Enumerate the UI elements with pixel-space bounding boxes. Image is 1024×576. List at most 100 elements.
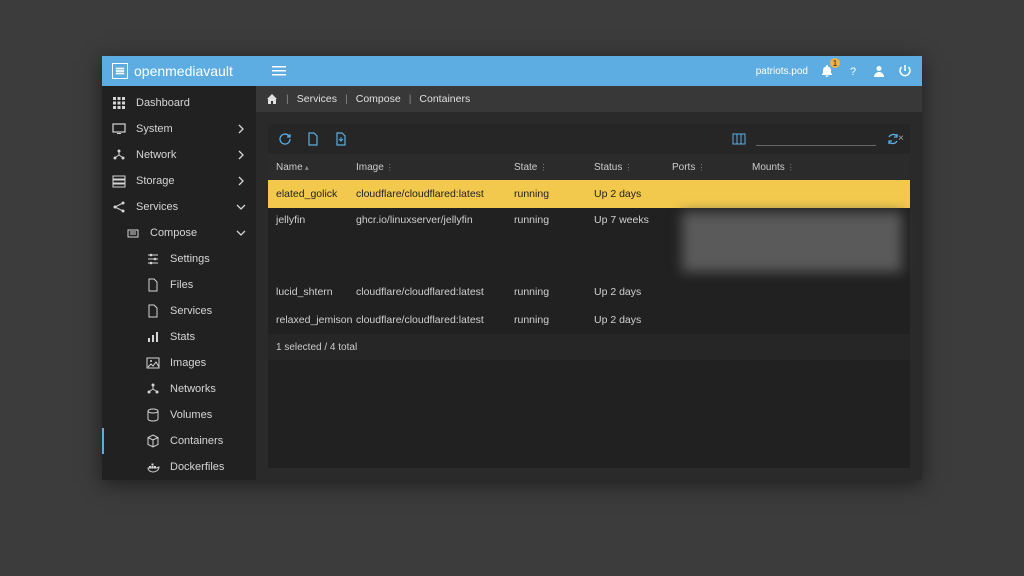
network-icon [146,382,160,396]
table-row[interactable]: elated_golick cloudflare/cloudflared:lat… [268,180,910,208]
file-icon [146,278,160,292]
sidebar-item-label: Networks [170,383,246,395]
chevron-right-icon [236,176,246,186]
cell-state: running [514,286,594,298]
sidebar-item-label: Services [136,201,226,213]
sidebar-item-label: Containers [170,435,246,447]
sidebar-item-compose[interactable]: Compose [102,220,256,246]
cell-state: running [514,314,594,326]
topbar: openmediavault patriots.pod 1 ? [102,56,922,86]
sidebar-item-system[interactable]: System [102,116,256,142]
search-input[interactable] [762,133,894,144]
selection-summary: 1 selected / 4 total [276,342,357,353]
sidebar-item-dockerfiles[interactable]: Dockerfiles [102,454,256,480]
home-icon[interactable] [266,93,278,105]
sync-button[interactable] [886,132,900,146]
sidebar-item-images[interactable]: Images [102,350,256,376]
sidebar-item-files[interactable]: Files [102,272,256,298]
table-header: Name▴ Image⋮ State⋮ Status⋮ Ports⋮ Mount… [268,154,910,180]
database-icon [146,408,160,422]
sidebar-item-label: Compose [150,227,226,239]
breadcrumb: | Services | Compose | Containers [256,86,922,112]
cell-state: running [514,214,594,226]
cell-status: Up 7 weeks [594,214,672,226]
toolbar: × [268,124,910,154]
column-image[interactable]: Image⋮ [356,162,514,173]
cell-name: lucid_shtern [276,286,356,298]
image-icon [146,356,160,370]
monitor-icon [112,122,126,136]
menu-toggle-button[interactable] [272,64,286,78]
column-status[interactable]: Status⋮ [594,162,672,173]
cell-name: elated_golick [276,188,356,200]
user-button[interactable] [872,64,886,78]
chevron-right-icon [236,150,246,160]
sidebar-item-label: Dockerfiles [170,461,246,473]
columns-button[interactable] [732,132,746,146]
notifications-badge: 1 [830,58,840,68]
sidebar-item-storage[interactable]: Storage [102,168,256,194]
containers-table: Name▴ Image⋮ State⋮ Status⋮ Ports⋮ Mount… [268,154,910,468]
sidebar-item-label: Services [170,305,246,317]
table-row[interactable]: lucid_shtern cloudflare/cloudflared:late… [268,278,910,306]
column-name[interactable]: Name▴ [276,162,356,173]
cell-status: Up 2 days [594,188,672,200]
box-icon [146,434,160,448]
chevron-down-icon [236,228,246,238]
sidebar-item-label: Network [136,149,226,161]
containers-panel: × Name▴ Image⋮ State⋮ Status⋮ Ports⋮ Mou… [268,124,910,468]
cell-status: Up 2 days [594,286,672,298]
breadcrumb-item[interactable]: Compose [356,93,401,105]
cell-name: jellyfin [276,214,356,226]
docker-icon [146,460,160,474]
cell-image: cloudflare/cloudflared:latest [356,314,514,326]
cell-status: Up 2 days [594,314,672,326]
column-mounts[interactable]: Mounts⋮ [752,162,910,173]
brand-icon [112,63,128,79]
file-action-button[interactable] [306,132,320,146]
sidebar-item-stats[interactable]: Stats [102,324,256,350]
grid-icon [112,96,126,110]
share-icon [112,200,126,214]
sidebar-item-label: Storage [136,175,226,187]
body: Dashboard System Network Storage Service… [102,86,922,480]
table-footer: 1 selected / 4 total [268,334,910,360]
table-row[interactable]: jellyfin ghcr.io/linuxserver/jellyfin ru… [268,208,910,278]
sidebar-item-compose-services[interactable]: Services [102,298,256,324]
sidebar-item-settings[interactable]: Settings [102,246,256,272]
sidebar-item-network[interactable]: Network [102,142,256,168]
cell-image: ghcr.io/linuxserver/jellyfin [356,214,514,226]
sidebar-item-volumes[interactable]: Volumes [102,402,256,428]
help-button[interactable]: ? [846,64,860,78]
cell-image: cloudflare/cloudflared:latest [356,188,514,200]
blurred-content [682,212,902,272]
column-state[interactable]: State⋮ [514,162,594,173]
sidebar-item-label: Files [170,279,246,291]
brand-text: openmediavault [134,63,233,79]
file-export-button[interactable] [334,132,348,146]
table-row[interactable]: relaxed_jemison cloudflare/cloudflared:l… [268,306,910,334]
sidebar-item-label: Images [170,357,246,369]
network-icon [112,148,126,162]
sidebar-item-services[interactable]: Services [102,194,256,220]
notifications-button[interactable]: 1 [820,64,834,78]
hostname-label: patriots.pod [756,66,808,77]
sidebar-item-label: Dashboard [136,97,246,109]
cell-name: relaxed_jemison [276,314,356,326]
breadcrumb-item[interactable]: Containers [419,93,470,105]
main: | Services | Compose | Containers [256,86,922,480]
bars-icon [146,330,160,344]
sidebar-item-containers[interactable]: Containers [102,428,256,454]
sidebar-item-dashboard[interactable]: Dashboard [102,90,256,116]
search-input-wrap: × [756,133,876,146]
brand-block: openmediavault [112,63,262,79]
refresh-button[interactable] [278,132,292,146]
cell-image: cloudflare/cloudflared:latest [356,286,514,298]
breadcrumb-item[interactable]: Services [297,93,337,105]
file-icon [146,304,160,318]
sidebar-item-networks[interactable]: Networks [102,376,256,402]
column-ports[interactable]: Ports⋮ [672,162,752,173]
compose-icon [126,226,140,240]
power-button[interactable] [898,64,912,78]
sidebar: Dashboard System Network Storage Service… [102,86,256,480]
